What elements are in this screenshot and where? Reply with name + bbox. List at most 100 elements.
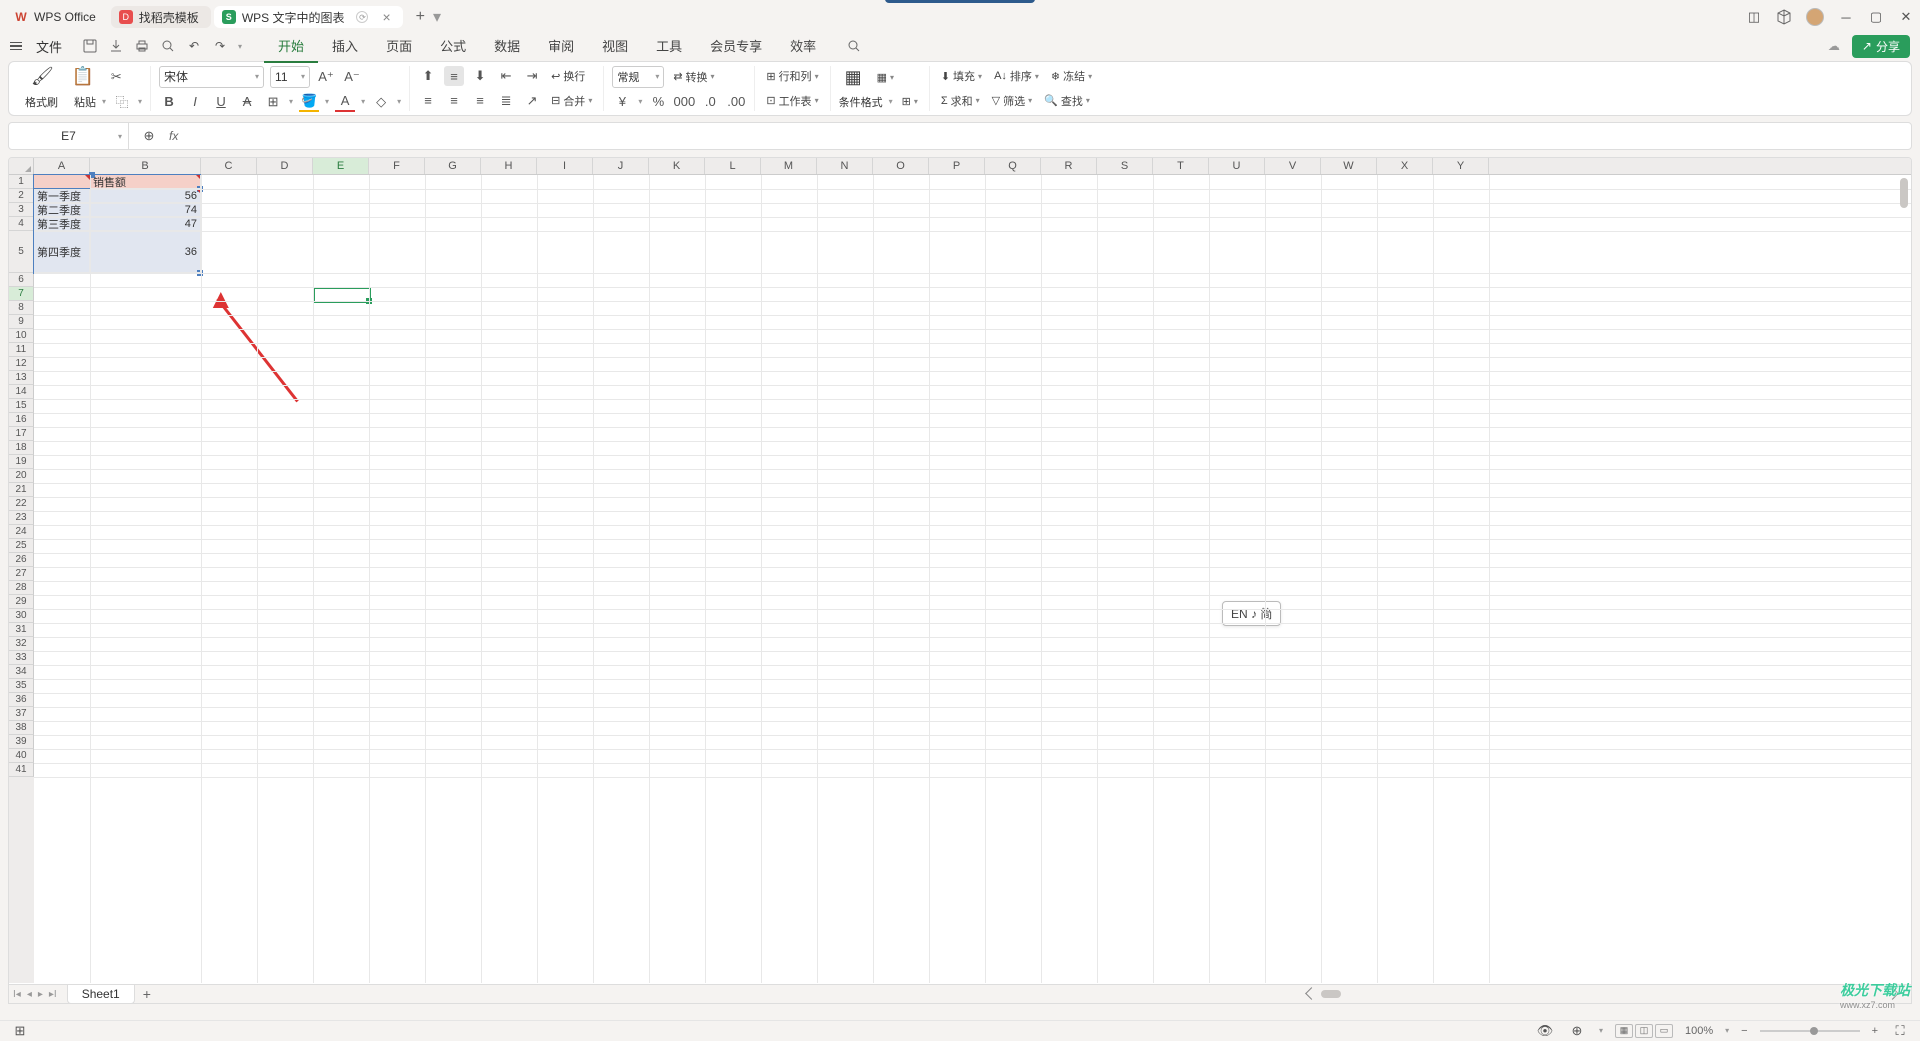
close-tab-icon[interactable]: ×: [382, 9, 390, 25]
qat-more-icon[interactable]: ▾: [238, 42, 242, 51]
col-header-L[interactable]: L: [705, 158, 761, 174]
save-icon[interactable]: [82, 38, 98, 54]
percent-icon[interactable]: %: [648, 92, 668, 112]
col-header-Q[interactable]: Q: [985, 158, 1041, 174]
cell-b2[interactable]: 56: [90, 189, 201, 203]
row-header-14[interactable]: 14: [9, 385, 34, 399]
tab-page[interactable]: 页面: [372, 30, 426, 63]
sort-button[interactable]: A↓排序▾: [991, 66, 1042, 86]
cell-b1[interactable]: 销售额: [90, 175, 201, 189]
orientation-icon[interactable]: ↗: [522, 91, 542, 111]
close-window-icon[interactable]: ✕: [1898, 9, 1914, 25]
col-header-E[interactable]: E: [313, 158, 369, 174]
window-copy-icon[interactable]: ◫: [1746, 9, 1762, 25]
format-as-table-button[interactable]: ⊞▾: [899, 93, 921, 110]
col-header-N[interactable]: N: [817, 158, 873, 174]
row-header-15[interactable]: 15: [9, 399, 34, 413]
minimize-icon[interactable]: ─: [1838, 9, 1854, 25]
col-header-P[interactable]: P: [929, 158, 985, 174]
tab-view[interactable]: 视图: [588, 30, 642, 63]
row-header-39[interactable]: 39: [9, 735, 34, 749]
tab-data[interactable]: 数据: [480, 30, 534, 63]
sum-button[interactable]: Σ求和▾: [938, 91, 983, 111]
col-header-S[interactable]: S: [1097, 158, 1153, 174]
row-header-21[interactable]: 21: [9, 483, 34, 497]
col-header-R[interactable]: R: [1041, 158, 1097, 174]
row-header-41[interactable]: 41: [9, 763, 34, 777]
row-header-27[interactable]: 27: [9, 567, 34, 581]
tab-efficiency[interactable]: 效率: [776, 30, 830, 63]
indent-decrease-icon[interactable]: ⇤: [496, 66, 516, 86]
add-sheet-button[interactable]: +: [143, 986, 151, 1002]
row-header-34[interactable]: 34: [9, 665, 34, 679]
row-header-2[interactable]: 2: [9, 189, 34, 203]
cells-area[interactable]: 销售额 第一季度 56 第二季度 74 第三季度 47 第四季度 36 EN ♪…: [34, 175, 1911, 983]
row-header-5[interactable]: 5: [9, 231, 34, 273]
row-header-8[interactable]: 8: [9, 301, 34, 315]
paste-button[interactable]: 📋: [66, 66, 100, 88]
vertical-scrollbar[interactable]: [1898, 176, 1910, 983]
col-header-I[interactable]: I: [537, 158, 593, 174]
status-mode-icon[interactable]: ⊞: [10, 1021, 30, 1041]
cell-a4[interactable]: 第三季度: [34, 217, 90, 231]
font-size-select[interactable]: 11▾: [270, 66, 310, 88]
row-header-26[interactable]: 26: [9, 553, 34, 567]
col-header-O[interactable]: O: [873, 158, 929, 174]
zoom-slider[interactable]: [1760, 1030, 1860, 1032]
undo-icon[interactable]: ↶: [186, 38, 202, 54]
comma-icon[interactable]: 000: [674, 92, 694, 112]
clear-format-icon[interactable]: ◇: [371, 92, 391, 112]
row-header-31[interactable]: 31: [9, 623, 34, 637]
cell-b5[interactable]: 36: [90, 231, 201, 273]
col-header-D[interactable]: D: [257, 158, 313, 174]
row-header-3[interactable]: 3: [9, 203, 34, 217]
row-header-11[interactable]: 11: [9, 343, 34, 357]
row-header-36[interactable]: 36: [9, 693, 34, 707]
row-header-32[interactable]: 32: [9, 637, 34, 651]
row-header-25[interactable]: 25: [9, 539, 34, 553]
zoom-out-icon[interactable]: −: [1741, 1025, 1747, 1037]
fill-color-icon[interactable]: 🪣: [299, 92, 319, 112]
tab-member[interactable]: 会员专享: [696, 30, 776, 63]
row-header-18[interactable]: 18: [9, 441, 34, 455]
cell-b4[interactable]: 47: [90, 217, 201, 231]
fullscreen-icon[interactable]: ⛶: [1890, 1021, 1910, 1041]
merge-button[interactable]: ⊟合并▾: [548, 91, 595, 111]
spreadsheet-grid[interactable]: ABCDEFGHIJKLMNOPQRSTUVWXY 12345678910111…: [8, 157, 1912, 1004]
col-header-C[interactable]: C: [201, 158, 257, 174]
target-icon[interactable]: ⊕: [1567, 1021, 1587, 1041]
row-header-40[interactable]: 40: [9, 749, 34, 763]
align-center-icon[interactable]: ≡: [444, 91, 464, 111]
format-painter-button[interactable]: 🖌: [25, 66, 60, 88]
row-header-9[interactable]: 9: [9, 315, 34, 329]
col-header-B[interactable]: B: [90, 158, 201, 174]
col-header-F[interactable]: F: [369, 158, 425, 174]
row-header-7[interactable]: 7: [9, 287, 34, 301]
filter-button[interactable]: ▽筛选▾: [989, 91, 1035, 111]
underline-icon[interactable]: U: [211, 92, 231, 112]
align-middle-icon[interactable]: ≡: [444, 66, 464, 86]
tab-review[interactable]: 审阅: [534, 30, 588, 63]
row-header-24[interactable]: 24: [9, 525, 34, 539]
align-justify-icon[interactable]: ≣: [496, 91, 516, 111]
tab-insert[interactable]: 插入: [318, 30, 372, 63]
app-tab-template[interactable]: D 找稻壳模板: [111, 6, 211, 28]
fx-icon[interactable]: fx: [169, 129, 178, 143]
zoom-value[interactable]: 100%: [1685, 1025, 1713, 1037]
find-button[interactable]: 🔍查找▾: [1041, 91, 1093, 111]
sheet-nav[interactable]: I◂◂▸▸I: [13, 989, 57, 1000]
cube-icon[interactable]: [1776, 9, 1792, 25]
refresh-icon[interactable]: ⟳: [356, 11, 368, 23]
row-header-6[interactable]: 6: [9, 273, 34, 287]
cell-a5[interactable]: 第四季度: [34, 231, 90, 273]
tab-formula[interactable]: 公式: [426, 30, 480, 63]
rows-cols-button[interactable]: ⊞行和列▾: [763, 66, 821, 86]
maximize-icon[interactable]: ▢: [1868, 9, 1884, 25]
align-left-icon[interactable]: ≡: [418, 91, 438, 111]
print-icon[interactable]: [134, 38, 150, 54]
col-header-G[interactable]: G: [425, 158, 481, 174]
condfmt-large-button[interactable]: ▦: [839, 66, 868, 88]
align-right-icon[interactable]: ≡: [470, 91, 490, 111]
col-header-X[interactable]: X: [1377, 158, 1433, 174]
col-header-H[interactable]: H: [481, 158, 537, 174]
